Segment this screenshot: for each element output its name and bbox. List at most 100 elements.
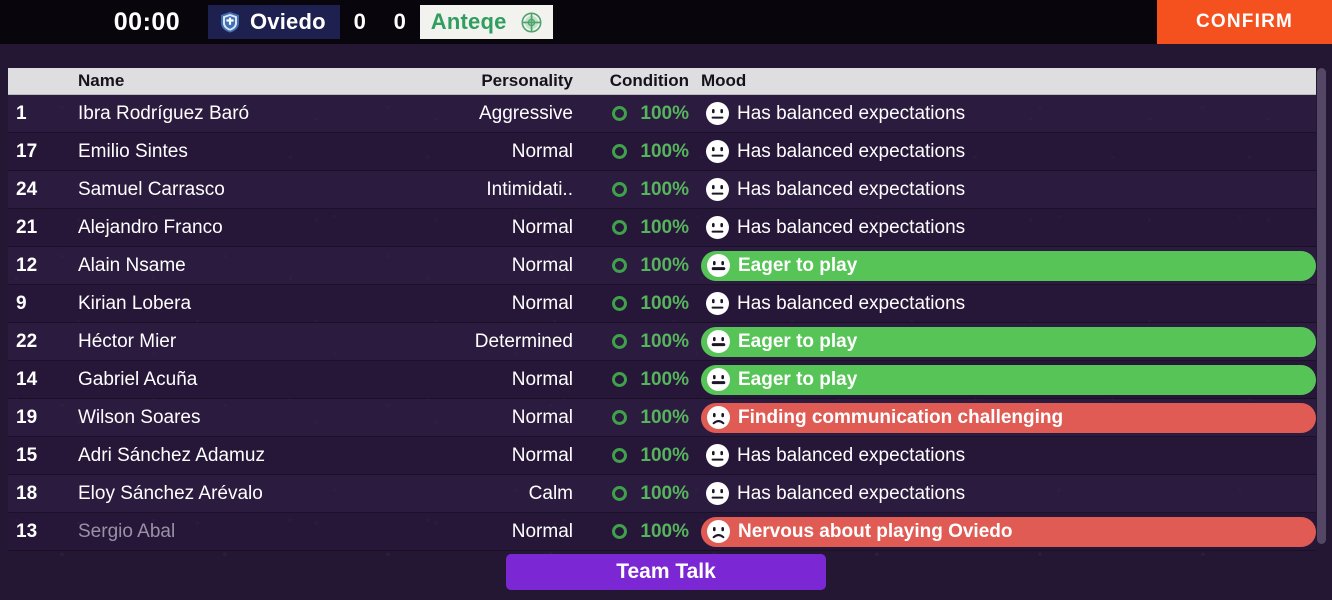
mood-pill: Has balanced expectations [701,137,965,167]
player-mood: Has balanced expectations [697,133,1316,171]
player-mood: Eager to play [697,361,1316,399]
mood-label: Eager to play [738,254,858,276]
player-mood: Has balanced expectations [697,171,1316,209]
mood-pill: Nervous about playing Oviedo [701,516,1316,547]
mood-pill: Has balanced expectations [701,213,965,243]
player-mood: Finding communication challenging [697,399,1316,437]
condition-value: 100% [640,482,689,504]
table-row[interactable]: 14 Gabriel Acuña Normal 100% Eager to play [8,361,1316,399]
player-number: 12 [16,254,38,276]
match-header-bar: 00:00 Oviedo 0 0 Anteqe CONFIRM [0,0,1332,44]
neutral-face-icon [706,140,729,163]
home-team-chip[interactable]: Oviedo [208,5,340,39]
condition-ring-icon [612,410,628,425]
mood-label: Has balanced expectations [737,444,966,466]
circle-crest-icon [521,12,542,33]
happy-face-icon [707,330,730,353]
table-row[interactable]: 12 Alain Nsame Normal 100% Eager to play [8,247,1316,285]
table-row[interactable]: 17 Emilio Sintes Normal 100% Has balanced ex… [8,133,1316,171]
player-name[interactable]: Wilson Soares [78,407,456,429]
table-row[interactable]: 21 Alejandro Franco Normal 100% Has balanced… [8,209,1316,247]
confirm-button[interactable]: CONFIRM [1157,0,1332,44]
table-row[interactable]: 1 Ibra Rodríguez Baró Aggressive 100% Has ba… [8,95,1316,133]
team-talk-button[interactable]: Team Talk [506,554,826,590]
player-name[interactable]: Héctor Mier [78,331,456,353]
column-header-personality[interactable]: Personality [456,71,573,91]
condition-value: 100% [640,102,689,124]
scoreboard: 00:00 Oviedo 0 0 Anteqe [86,5,553,39]
column-header-name[interactable]: Name [78,71,456,91]
mood-pill: Eager to play [701,250,1316,281]
condition-value: 100% [640,406,689,428]
mood-label: Nervous about playing Oviedo [738,520,1013,542]
table-row[interactable]: 9 Kirian Lobera Normal 100% Has balanced exp… [8,285,1316,323]
condition-ring-icon [612,372,628,387]
mood-pill: Eager to play [701,326,1316,357]
match-team-selection-screen: 00:00 Oviedo 0 0 Anteqe CONFIRM Name Per… [0,0,1332,600]
home-team-name: Oviedo [250,9,326,34]
player-name[interactable]: Eloy Sánchez Arévalo [78,483,456,505]
player-personality: Normal [511,216,573,238]
player-personality: Normal [511,292,573,314]
mood-label: Eager to play [738,330,858,352]
table-row[interactable]: 22 Héctor Mier Determined 100% Eager to play [8,323,1316,361]
player-number: 24 [16,178,38,200]
condition-value: 100% [640,140,689,162]
condition-ring-icon [612,486,628,501]
condition-value: 100% [640,520,689,542]
player-name[interactable]: Kirian Lobera [78,293,456,315]
player-name[interactable]: Emilio Sintes [78,141,456,163]
player-name[interactable]: Samuel Carrasco [78,179,456,201]
player-name[interactable]: Alejandro Franco [78,217,456,239]
player-personality: Calm [528,482,573,504]
footer-bar: Team Talk [0,544,1332,600]
neutral-face-icon [706,292,729,315]
mood-label: Has balanced expectations [737,216,966,238]
condition-value: 100% [640,330,689,352]
player-number: 21 [16,216,38,238]
player-name[interactable]: Ibra Rodríguez Baró [78,103,456,125]
sad-face-icon [707,520,730,543]
player-number: 22 [16,330,38,352]
condition-ring-icon [612,182,628,197]
player-mood: Has balanced expectations [697,95,1316,133]
squad-table: Name Personality Condition Mood 1 Ibra Ro… [8,68,1316,551]
player-mood: Has balanced expectations [697,209,1316,247]
table-row[interactable]: 24 Samuel Carrasco Intimidati.. 100% Has bal… [8,171,1316,209]
squad-table-body: 1 Ibra Rodríguez Baró Aggressive 100% Has ba… [8,95,1316,551]
player-mood: Has balanced expectations [697,475,1316,513]
player-name[interactable]: Alain Nsame [78,255,456,277]
shield-crest-icon [220,11,240,33]
scrollbar-thumb[interactable] [1317,68,1326,544]
player-personality: Intimidati.. [486,178,573,200]
mood-label: Has balanced expectations [737,178,966,200]
condition-ring-icon [612,524,628,539]
table-row[interactable]: 18 Eloy Sánchez Arévalo Calm 100% Has balanc… [8,475,1316,513]
table-row[interactable]: 19 Wilson Soares Normal 100% Finding communi… [8,399,1316,437]
column-header-condition[interactable]: Condition [573,71,697,91]
player-name[interactable]: Adri Sánchez Adamuz [78,445,456,467]
condition-ring-icon [612,220,628,235]
neutral-face-icon [706,102,729,125]
player-name[interactable]: Sergio Abal [78,521,456,543]
mood-label: Finding communication challenging [738,406,1064,428]
mood-pill: Finding communication challenging [701,402,1316,433]
neutral-face-icon [706,444,729,467]
match-clock: 00:00 [113,7,181,36]
player-condition: 100% [573,217,697,239]
mood-pill: Has balanced expectations [701,441,965,471]
mood-label: Has balanced expectations [737,482,966,504]
player-personality: Normal [511,140,573,162]
player-number: 13 [16,520,38,542]
condition-value: 100% [640,368,689,390]
condition-ring-icon [612,106,628,121]
player-condition: 100% [573,141,697,163]
player-name[interactable]: Gabriel Acuña [78,369,456,391]
away-team-chip[interactable]: Anteqe [419,5,553,39]
table-row[interactable]: 15 Adri Sánchez Adamuz Normal 100% Has balan… [8,437,1316,475]
squad-table-scrollbar[interactable] [1317,68,1326,544]
column-header-mood[interactable]: Mood [697,71,1316,91]
home-team-score: 0 [353,9,366,34]
player-number: 14 [16,368,38,390]
condition-value: 100% [640,216,689,238]
